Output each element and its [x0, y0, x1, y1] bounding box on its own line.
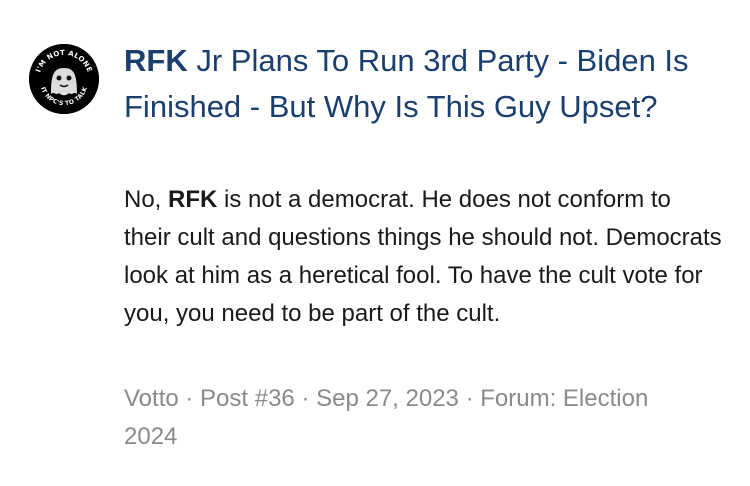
meta-separator: ·	[178, 385, 201, 412]
snippet-highlight: RFK	[168, 186, 218, 213]
result-title: RFK Jr Plans To Run 3rd Party - Biden Is…	[124, 38, 724, 130]
meta-separator: ·	[294, 385, 317, 412]
search-result: I'M NOT ALONE IT NPC'S TO TALK RFK Jr Pl…	[0, 0, 750, 486]
post-number[interactable]: Post #36	[200, 385, 295, 412]
snippet-text-start: No,	[124, 186, 169, 213]
author-link[interactable]: Votto	[124, 385, 179, 412]
result-meta: Votto · Post #36 · Sep 27, 2023 · Forum:…	[124, 380, 684, 456]
result-snippet: No, RFK is not a democrat. He does not c…	[124, 181, 724, 333]
ghost-avatar-icon: I'M NOT ALONE IT NPC'S TO TALK	[29, 44, 99, 114]
result-title-link[interactable]: RFK Jr Plans To Run 3rd Party - Biden Is…	[124, 43, 689, 124]
meta-separator: ·	[458, 385, 481, 412]
title-text: Jr Plans To Run 3rd Party - Biden Is Fin…	[124, 43, 689, 124]
title-highlight: RFK	[124, 43, 188, 78]
user-avatar[interactable]: I'M NOT ALONE IT NPC'S TO TALK	[29, 44, 99, 114]
post-date: Sep 27, 2023	[316, 385, 459, 412]
forum-label: Forum:	[480, 385, 557, 412]
